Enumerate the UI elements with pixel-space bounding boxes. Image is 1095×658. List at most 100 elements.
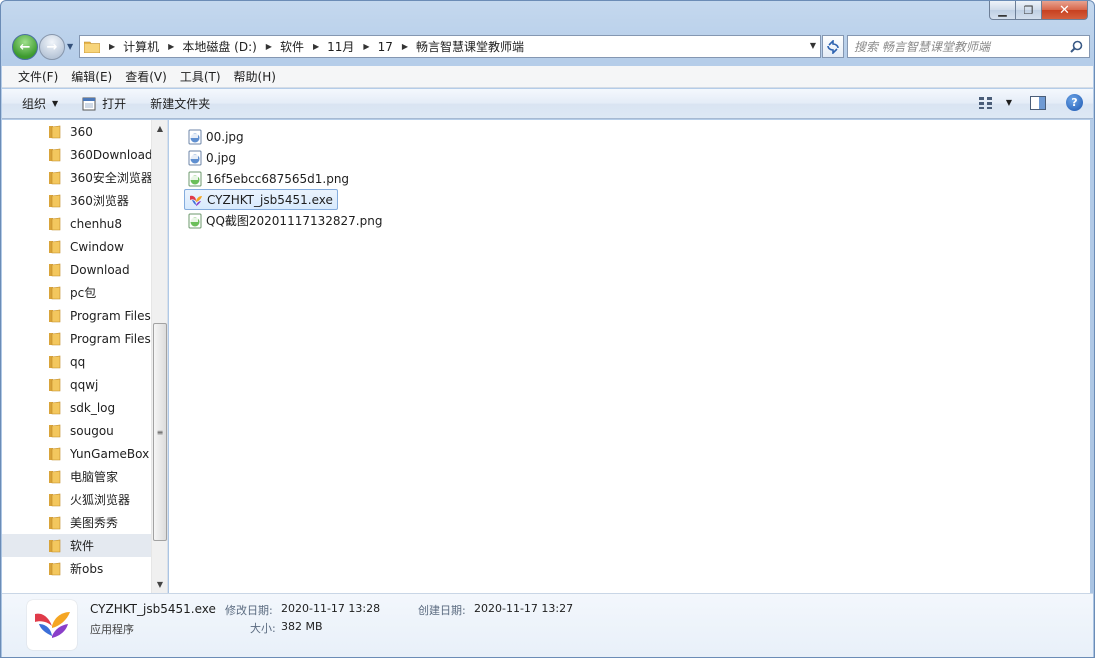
back-button[interactable]: ← bbox=[12, 34, 38, 60]
file-item[interactable]: 0.jpg bbox=[184, 147, 240, 168]
breadcrumb-separator-chevron-right-icon[interactable]: ▶ bbox=[109, 42, 115, 51]
breadcrumb-item[interactable]: ▶ 计算机 bbox=[100, 38, 159, 55]
folder-icon bbox=[49, 424, 61, 438]
folder-icon bbox=[49, 332, 61, 346]
detail-created-label: 创建日期: bbox=[418, 604, 466, 617]
breadcrumb-separator-chevron-right-icon[interactable]: ▶ bbox=[402, 42, 408, 51]
menu-bar: 文件(F) 编辑(E) 查看(V) 工具(T) 帮助(H) bbox=[2, 66, 1093, 88]
command-bar-right: ▼ ? bbox=[978, 94, 1083, 111]
sidebar-item[interactable]: sougou bbox=[2, 419, 151, 442]
png-file-icon bbox=[188, 213, 202, 228]
navigation-scrollbar[interactable]: ▲ ≡ ▼ bbox=[151, 120, 167, 593]
close-button[interactable]: ✕ bbox=[1042, 1, 1088, 20]
sidebar-item[interactable]: Cwindow bbox=[2, 235, 151, 258]
file-name: 00.jpg bbox=[206, 129, 244, 144]
sidebar-item[interactable]: 火狐浏览器 bbox=[2, 488, 151, 511]
help-icon[interactable]: ? bbox=[1066, 94, 1083, 111]
caption-buttons: ▁ ❐ ✕ bbox=[989, 1, 1088, 21]
breadcrumb-item[interactable]: ▶ 11月 bbox=[304, 38, 354, 55]
file-item[interactable]: CYZHKT_jsb5451.exe bbox=[184, 189, 338, 210]
sidebar-item[interactable]: pc包 bbox=[2, 281, 151, 304]
address-bar[interactable]: ▶ 计算机 ▶ 本地磁盘 (D:) ▶ 软件 ▶ 11月 ▶ 17 ▶ 畅言智慧课堂教师端 ▼ bbox=[79, 35, 821, 58]
folder-icon bbox=[49, 217, 61, 231]
sidebar-item[interactable]: sdk_log bbox=[2, 396, 151, 419]
sidebar-item[interactable]: 360Download bbox=[2, 143, 151, 166]
sidebar-item[interactable]: 360浏览器 bbox=[2, 189, 151, 212]
file-name: QQ截图20201117132827.png bbox=[206, 214, 383, 228]
menu-file[interactable]: 文件(F) bbox=[12, 66, 64, 87]
file-item[interactable]: QQ截图20201117132827.png bbox=[184, 210, 386, 231]
sidebar-item-label: sdk_log bbox=[70, 400, 116, 415]
breadcrumb-item[interactable]: ▶ 软件 bbox=[257, 38, 304, 55]
sidebar-item[interactable]: 美图秀秀 bbox=[2, 511, 151, 534]
sidebar-item[interactable]: 360 bbox=[2, 120, 151, 143]
sidebar-item[interactable]: 新obs bbox=[2, 557, 151, 580]
folder-icon bbox=[49, 286, 61, 300]
sidebar-item[interactable]: 软件 bbox=[2, 534, 151, 557]
sidebar-item-label: 新obs bbox=[70, 562, 104, 576]
sidebar-item[interactable]: 360安全浏览器 bbox=[2, 166, 151, 189]
search-input[interactable] bbox=[854, 39, 1054, 54]
chevron-down-icon: ▼ bbox=[1005, 98, 1012, 107]
open-button[interactable]: 打开 bbox=[74, 92, 134, 115]
app-large-icon bbox=[27, 600, 77, 650]
organize-button[interactable]: 组织 ▼ bbox=[14, 92, 66, 115]
sidebar-item[interactable]: qqwj bbox=[2, 373, 151, 396]
refresh-button[interactable] bbox=[822, 35, 844, 58]
menu-view[interactable]: 查看(V) bbox=[119, 66, 173, 87]
preview-pane-icon[interactable] bbox=[1030, 95, 1046, 110]
minimize-button[interactable]: ▁ bbox=[989, 1, 1016, 20]
sidebar-item[interactable]: 电脑管家 bbox=[2, 465, 151, 488]
folder-icon bbox=[49, 378, 61, 392]
folder-icon bbox=[49, 470, 61, 484]
change-view-button[interactable]: ▼ bbox=[978, 96, 1012, 110]
folder-icon bbox=[49, 562, 61, 576]
maximize-button[interactable]: ❐ bbox=[1016, 1, 1042, 20]
new-folder-button[interactable]: 新建文件夹 bbox=[142, 92, 218, 115]
sidebar-item-label: Program Files bbox=[70, 308, 151, 323]
breadcrumb: ▶ 计算机 ▶ 本地磁盘 (D:) ▶ 软件 ▶ 11月 ▶ 17 ▶ 畅言智慧课堂教师端 bbox=[100, 38, 524, 55]
folder-icon bbox=[84, 41, 100, 53]
menu-tools[interactable]: 工具(T) bbox=[174, 66, 227, 87]
menu-edit[interactable]: 编辑(E) bbox=[65, 66, 118, 87]
search-box[interactable] bbox=[847, 35, 1090, 58]
breadcrumb-separator-chevron-right-icon[interactable]: ▶ bbox=[313, 42, 319, 51]
menu-help[interactable]: 帮助(H) bbox=[228, 66, 282, 87]
sidebar-item[interactable]: Program Files bbox=[2, 304, 151, 327]
command-bar: 组织 ▼ 打开 新建文件夹 ▼ ? bbox=[2, 89, 1093, 119]
new-folder-label: 新建文件夹 bbox=[150, 97, 211, 111]
forward-button[interactable]: → bbox=[39, 34, 65, 60]
app-exe-icon bbox=[190, 195, 202, 206]
scrollbar-thumb[interactable]: ≡ bbox=[153, 323, 167, 541]
sidebar-item[interactable]: Download bbox=[2, 258, 151, 281]
sidebar-item-label: sougou bbox=[70, 423, 114, 438]
sidebar-item[interactable]: qq bbox=[2, 350, 151, 373]
sidebar-item[interactable]: YunGameBox bbox=[2, 442, 151, 465]
scroll-up-icon[interactable]: ▲ bbox=[152, 120, 167, 137]
breadcrumb-label: 本地磁盘 (D:) bbox=[182, 40, 257, 54]
recent-pages-chevron-down-icon[interactable]: ▼ bbox=[67, 42, 73, 51]
breadcrumb-item[interactable]: ▶ 畅言智慧课堂教师端 bbox=[393, 38, 524, 55]
folder-icon bbox=[49, 240, 61, 254]
sidebar-item[interactable]: Program Files bbox=[2, 327, 151, 350]
navigation-pane: 360 360Download 360安全浏览器 360浏览器 chenhu8 Cwind… bbox=[2, 120, 168, 593]
details-pane: CYZHKT_jsb5451.exe 应用程序 修改日期: 2020-11-17… bbox=[2, 593, 1093, 657]
sidebar-item-label: 美图秀秀 bbox=[70, 516, 119, 530]
folder-icon bbox=[49, 493, 61, 507]
sidebar-item-label: 360安全浏览器 bbox=[70, 171, 151, 185]
breadcrumb-item[interactable]: ▶ 本地磁盘 (D:) bbox=[159, 38, 257, 55]
breadcrumb-separator-chevron-right-icon[interactable]: ▶ bbox=[363, 42, 369, 51]
search-icon[interactable] bbox=[1070, 40, 1083, 53]
folder-icon bbox=[49, 125, 61, 139]
breadcrumb-label: 17 bbox=[377, 39, 393, 54]
folder-icon bbox=[49, 309, 61, 323]
breadcrumb-separator-chevron-right-icon[interactable]: ▶ bbox=[168, 42, 174, 51]
breadcrumb-separator-chevron-right-icon[interactable]: ▶ bbox=[266, 42, 272, 51]
breadcrumb-item[interactable]: ▶ 17 bbox=[354, 40, 392, 54]
file-item[interactable]: 00.jpg bbox=[184, 126, 248, 147]
png-file-icon bbox=[188, 171, 202, 186]
scroll-down-icon[interactable]: ▼ bbox=[152, 576, 167, 593]
address-dropdown-chevron-down-icon[interactable]: ▼ bbox=[810, 41, 816, 50]
sidebar-item[interactable]: chenhu8 bbox=[2, 212, 151, 235]
file-item[interactable]: 16f5ebcc687565d1.png bbox=[184, 168, 353, 189]
